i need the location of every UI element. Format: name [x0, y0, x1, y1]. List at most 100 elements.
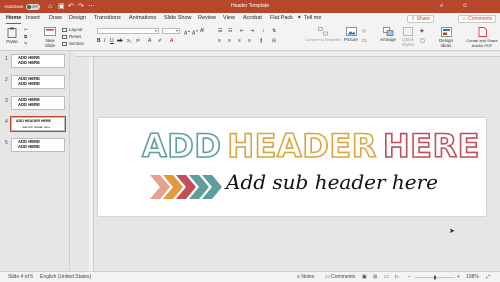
adobe-pdf-icon: [478, 27, 487, 37]
text-direction-icon[interactable]: ⇅: [272, 28, 276, 34]
highlight-icon[interactable]: ✐: [158, 38, 162, 44]
textbox-icon[interactable]: ▭: [362, 38, 367, 44]
text-effects-icon[interactable]: A: [148, 38, 151, 44]
smartart-icon: [318, 27, 328, 36]
format-painter-icon[interactable]: ✎: [24, 41, 28, 47]
tab-review[interactable]: Review: [198, 14, 216, 23]
slide-thumbnail[interactable]: ADD HERE ADD HERE: [11, 138, 65, 152]
columns-icon[interactable]: ⫼: [260, 38, 262, 44]
current-slide[interactable]: ADD HEADER HERE Add sub header here: [98, 118, 486, 216]
section-icon: [62, 42, 67, 46]
section-button[interactable]: Section: [62, 41, 84, 47]
arrange-button[interactable]: Arrange: [378, 27, 398, 42]
reset-button[interactable]: Reset: [62, 34, 81, 40]
slide-thumbnails-pane: 1 ADD HERE ADD HERE 2 ADD HERE ADD HERE …: [0, 52, 70, 271]
powerpoint-window: AutoSave OFF ⌂ ▣ ↶ ↷ ⋯ Header Template ⌕…: [0, 0, 500, 282]
normal-view-icon[interactable]: ▣: [362, 274, 367, 281]
notes-button[interactable]: ≡ Notes: [297, 274, 314, 281]
tab-transitions[interactable]: Transitions: [94, 14, 121, 23]
tab-flat-pack[interactable]: Flat Pack: [270, 14, 293, 23]
chevron-down-icon: ▾: [175, 28, 178, 33]
cut-icon[interactable]: ✂: [24, 27, 28, 33]
sub-header-text[interactable]: Add sub header here: [226, 170, 438, 194]
fit-to-window-icon[interactable]: ⤢: [486, 274, 490, 281]
layout-label: Layout: [69, 27, 83, 32]
share-label: Share: [416, 16, 430, 22]
chevron-arrows-graphic: [150, 175, 222, 199]
tab-animations[interactable]: Animations: [129, 14, 156, 23]
tab-slide-show[interactable]: Slide Show: [164, 14, 192, 23]
tab-home[interactable]: Home: [6, 14, 22, 24]
slide-sorter-icon[interactable]: ⊞: [373, 274, 377, 281]
indent-decrease-icon[interactable]: ⇤: [240, 28, 244, 34]
bullets-icon[interactable]: ☰: [218, 28, 222, 34]
slide-thumbnail[interactable]: ADD HERE ADD HERE: [11, 75, 65, 89]
picture-button[interactable]: Picture: [342, 27, 360, 42]
tab-insert[interactable]: Insert: [26, 14, 40, 23]
font-color-icon[interactable]: A: [170, 38, 173, 44]
zoom-in-button[interactable]: +: [457, 274, 460, 281]
comments-button[interactable]: ▭ Comments: [458, 15, 497, 23]
strikethrough-icon[interactable]: ab: [117, 38, 123, 44]
copy-icon[interactable]: ⧉: [24, 34, 27, 40]
share-button[interactable]: ⇪ Share: [407, 15, 434, 23]
slide-thumbnail[interactable]: ADD HERE ADD HERE: [11, 96, 65, 110]
line-spacing-icon[interactable]: ↕: [262, 28, 265, 34]
slide-number: 2: [5, 77, 8, 83]
italic-icon[interactable]: I: [104, 38, 105, 44]
header-word: HERE: [382, 126, 480, 166]
paste-button[interactable]: Paste: [4, 27, 20, 44]
slide-number: 4: [5, 119, 8, 125]
reading-view-icon[interactable]: ▭: [384, 274, 389, 281]
convert-smartart-button[interactable]: Convert to SmartArt: [304, 27, 342, 42]
status-bar: Slide 4 of 5 English (United States) ≡ N…: [0, 271, 500, 282]
slideshow-icon[interactable]: ▷: [395, 274, 399, 281]
header-text[interactable]: ADD HEADER HERE: [141, 126, 480, 166]
tab-draw[interactable]: Draw: [49, 14, 62, 23]
clear-format-icon[interactable]: A̸: [200, 28, 203, 34]
picture-label: Picture: [343, 37, 358, 42]
zoom-slider[interactable]: [415, 275, 455, 280]
notes-label: Notes: [301, 274, 315, 280]
align-center-icon[interactable]: ≡: [228, 38, 231, 44]
language[interactable]: English (United States): [40, 274, 91, 281]
underline-icon[interactable]: U: [110, 38, 114, 44]
shape-fill-icon[interactable]: ◈: [420, 28, 424, 34]
design-ideas-button[interactable]: Design Ideas: [436, 27, 456, 48]
search-icon[interactable]: ⌕: [440, 2, 443, 11]
font-shrink-icon[interactable]: A▼: [192, 28, 198, 37]
create-pdf-button[interactable]: Create and Share Adobe PDF: [466, 27, 498, 48]
comments-status-button[interactable]: ▭ Comments: [325, 274, 355, 281]
indent-increase-icon[interactable]: ⇥: [250, 28, 254, 34]
tab-design[interactable]: Design: [69, 14, 86, 23]
title-bar: AutoSave OFF ⌂ ▣ ↶ ↷ ⋯ Header Template ⌕…: [0, 0, 500, 13]
font-name-dropdown[interactable]: ▾: [97, 28, 159, 34]
subscript-icon[interactable]: x₂: [127, 38, 131, 44]
shapes-icon[interactable]: ◇: [362, 28, 366, 34]
layout-button[interactable]: Layout: [62, 27, 83, 33]
ribbon-toolbar: Paste ✂ ⧉ ✎ New Slide Layout Reset Secti…: [0, 24, 500, 51]
tab-tell-me[interactable]: Tell me: [304, 14, 321, 23]
bold-icon[interactable]: B: [97, 38, 101, 44]
vertical-ruler: [89, 57, 94, 271]
justify-icon[interactable]: ≡: [248, 38, 251, 44]
align-left-icon[interactable]: ≡: [218, 38, 221, 44]
quick-styles-button[interactable]: Quick Styles: [398, 27, 418, 47]
design-ideas-label: Design Ideas: [438, 38, 453, 48]
slide-thumbnail[interactable]: ADD HERE ADD HERE: [11, 54, 65, 68]
account-icon[interactable]: ☺: [462, 2, 468, 11]
numbering-icon[interactable]: ☷: [228, 28, 232, 34]
superscript-icon[interactable]: x²: [136, 38, 140, 44]
font-size-dropdown[interactable]: ▾: [162, 28, 180, 34]
design-ideas-icon: [440, 27, 452, 37]
align-text-icon[interactable]: ⊟: [272, 38, 276, 44]
new-slide-button[interactable]: New Slide: [40, 27, 60, 48]
zoom-level[interactable]: 108%: [466, 274, 479, 281]
font-grow-icon[interactable]: A▲: [184, 28, 190, 37]
slide-thumbnail-selected[interactable]: ADD HEADER HERE Add sub header here: [9, 115, 67, 133]
tab-view[interactable]: View: [223, 14, 235, 23]
align-right-icon[interactable]: ≡: [238, 38, 241, 44]
zoom-out-button[interactable]: −: [408, 274, 411, 281]
tab-acrobat[interactable]: Acrobat: [243, 14, 262, 23]
shape-outline-icon[interactable]: ▢: [420, 38, 425, 44]
